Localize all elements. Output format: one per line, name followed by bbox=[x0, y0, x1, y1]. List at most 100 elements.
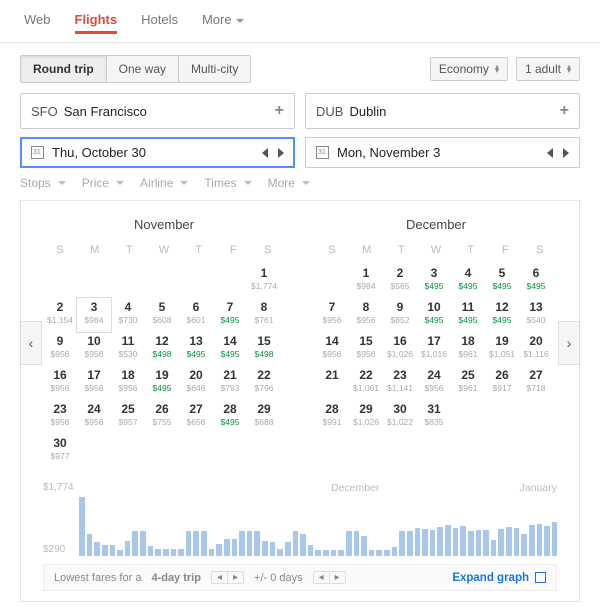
filter-airline[interactable]: Airline bbox=[140, 176, 188, 190]
calendar-day[interactable]: 25$961 bbox=[451, 366, 485, 400]
calendar-day[interactable]: 11$495 bbox=[451, 298, 485, 332]
calendar-day[interactable]: 8$956 bbox=[349, 298, 383, 332]
calendar-day[interactable]: 19$495 bbox=[145, 366, 179, 400]
price-bar[interactable] bbox=[132, 531, 138, 556]
return-date[interactable]: Mon, November 3 bbox=[305, 137, 580, 168]
passengers-select[interactable]: 1 adult▴▾ bbox=[516, 57, 580, 81]
nav-hotels[interactable]: Hotels bbox=[141, 8, 178, 34]
calendar-day[interactable]: 1$984 bbox=[349, 264, 383, 298]
calendar-day[interactable]: 20$1,116 bbox=[519, 332, 553, 366]
calendar-day[interactable]: 11$530 bbox=[111, 332, 145, 366]
days-stepper[interactable]: ◂▸ bbox=[313, 571, 346, 584]
calendar-day[interactable]: 27$718 bbox=[519, 366, 553, 400]
price-bar[interactable] bbox=[422, 529, 428, 556]
calendar-day[interactable]: 4$730 bbox=[111, 298, 145, 332]
price-bar[interactable] bbox=[262, 541, 268, 557]
price-bar[interactable] bbox=[110, 545, 116, 556]
price-bar[interactable] bbox=[308, 545, 314, 556]
calendar-day[interactable]: 2$1,154 bbox=[43, 298, 77, 332]
price-bar[interactable] bbox=[491, 540, 497, 556]
price-bar[interactable] bbox=[483, 530, 489, 556]
calendar-next[interactable]: › bbox=[558, 321, 580, 365]
price-bar[interactable] bbox=[460, 526, 466, 556]
calendar-day[interactable]: 22$1,061 bbox=[349, 366, 383, 400]
calendar-day[interactable]: 16$1,026 bbox=[383, 332, 417, 366]
cabin-select[interactable]: Economy▴▾ bbox=[430, 57, 508, 81]
price-bar[interactable] bbox=[87, 534, 93, 556]
calendar-day[interactable]: 10$495 bbox=[417, 298, 451, 332]
price-bar[interactable] bbox=[224, 539, 230, 556]
calendar-day[interactable]: 15$956 bbox=[349, 332, 383, 366]
nav-flights[interactable]: Flights bbox=[75, 8, 118, 34]
price-bar[interactable] bbox=[392, 547, 398, 556]
trip-length-stepper[interactable]: ◂▸ bbox=[211, 571, 244, 584]
plus-icon[interactable]: + bbox=[275, 102, 284, 120]
calendar-day[interactable]: 13$540 bbox=[519, 298, 553, 332]
price-bar[interactable] bbox=[514, 528, 520, 556]
price-bar[interactable] bbox=[293, 531, 299, 556]
price-bar[interactable] bbox=[140, 531, 146, 556]
chevron-right-icon[interactable] bbox=[278, 148, 284, 158]
price-bar[interactable] bbox=[399, 531, 405, 556]
price-bar[interactable] bbox=[354, 531, 360, 556]
origin-input[interactable]: SFOSan Francisco + bbox=[20, 93, 295, 129]
calendar-day[interactable]: 26$917 bbox=[485, 366, 519, 400]
price-bar[interactable] bbox=[544, 526, 550, 556]
calendar-day[interactable]: 7$956 bbox=[315, 298, 349, 332]
calendar-day[interactable]: 13$495 bbox=[179, 332, 213, 366]
calendar-day[interactable]: 21 bbox=[315, 366, 349, 400]
price-bar[interactable] bbox=[178, 549, 184, 556]
price-bar[interactable] bbox=[201, 531, 207, 556]
price-bar[interactable] bbox=[94, 542, 100, 556]
calendar-day[interactable]: 6$495 bbox=[519, 264, 553, 298]
filter-price[interactable]: Price bbox=[82, 176, 124, 190]
calendar-day[interactable]: 31$835 bbox=[417, 400, 451, 434]
calendar-day[interactable]: 4$495 bbox=[451, 264, 485, 298]
depart-date[interactable]: Thu, October 30 bbox=[20, 137, 295, 168]
price-bar[interactable] bbox=[315, 550, 321, 556]
chevron-left-icon[interactable] bbox=[262, 148, 268, 158]
price-bar[interactable] bbox=[338, 550, 344, 556]
calendar-day[interactable]: 30$977 bbox=[43, 434, 77, 468]
calendar-day[interactable]: 3$495 bbox=[417, 264, 451, 298]
calendar-day[interactable]: 7$495 bbox=[213, 298, 247, 332]
multi-city-button[interactable]: Multi-city bbox=[179, 56, 250, 82]
price-bar[interactable] bbox=[239, 531, 245, 556]
calendar-day[interactable]: 30$1,022 bbox=[383, 400, 417, 434]
price-bar[interactable] bbox=[498, 529, 504, 556]
price-bar[interactable] bbox=[193, 531, 199, 556]
price-bar[interactable] bbox=[300, 534, 306, 556]
calendar-day[interactable]: 28$495 bbox=[213, 400, 247, 434]
price-bar[interactable] bbox=[529, 525, 535, 556]
price-bar[interactable] bbox=[415, 528, 421, 556]
calendar-day[interactable]: 15$498 bbox=[247, 332, 281, 366]
calendar-day[interactable]: 16$956 bbox=[43, 366, 77, 400]
price-bar[interactable] bbox=[79, 497, 85, 556]
calendar-day[interactable]: 1$1,774 bbox=[247, 264, 281, 298]
calendar-day[interactable]: 14$956 bbox=[315, 332, 349, 366]
calendar-day[interactable]: 23$1,141 bbox=[383, 366, 417, 400]
price-bar[interactable] bbox=[361, 536, 367, 556]
chevron-right-icon[interactable] bbox=[563, 148, 569, 158]
calendar-day[interactable]: 5$495 bbox=[485, 264, 519, 298]
price-bar[interactable] bbox=[247, 531, 253, 556]
calendar-day[interactable]: 17$956 bbox=[77, 366, 111, 400]
price-bar[interactable] bbox=[117, 550, 123, 556]
calendar-day[interactable]: 22$796 bbox=[247, 366, 281, 400]
price-bar[interactable] bbox=[254, 531, 260, 556]
price-bar[interactable] bbox=[277, 549, 283, 556]
price-bar[interactable] bbox=[437, 527, 443, 556]
price-bar[interactable] bbox=[537, 524, 543, 556]
price-bar[interactable] bbox=[125, 541, 131, 557]
calendar-day[interactable]: 10$956 bbox=[77, 332, 111, 366]
calendar-day[interactable]: 27$656 bbox=[179, 400, 213, 434]
calendar-day[interactable]: 25$957 bbox=[111, 400, 145, 434]
expand-graph-button[interactable]: Expand graph bbox=[452, 572, 546, 584]
calendar-day[interactable]: 24$956 bbox=[417, 366, 451, 400]
price-bar[interactable] bbox=[346, 531, 352, 556]
price-bar[interactable] bbox=[453, 528, 459, 556]
price-bar[interactable] bbox=[155, 549, 161, 556]
price-bar[interactable] bbox=[369, 550, 375, 556]
destination-input[interactable]: DUBDublin + bbox=[305, 93, 580, 129]
calendar-day[interactable]: 8$761 bbox=[247, 298, 281, 332]
